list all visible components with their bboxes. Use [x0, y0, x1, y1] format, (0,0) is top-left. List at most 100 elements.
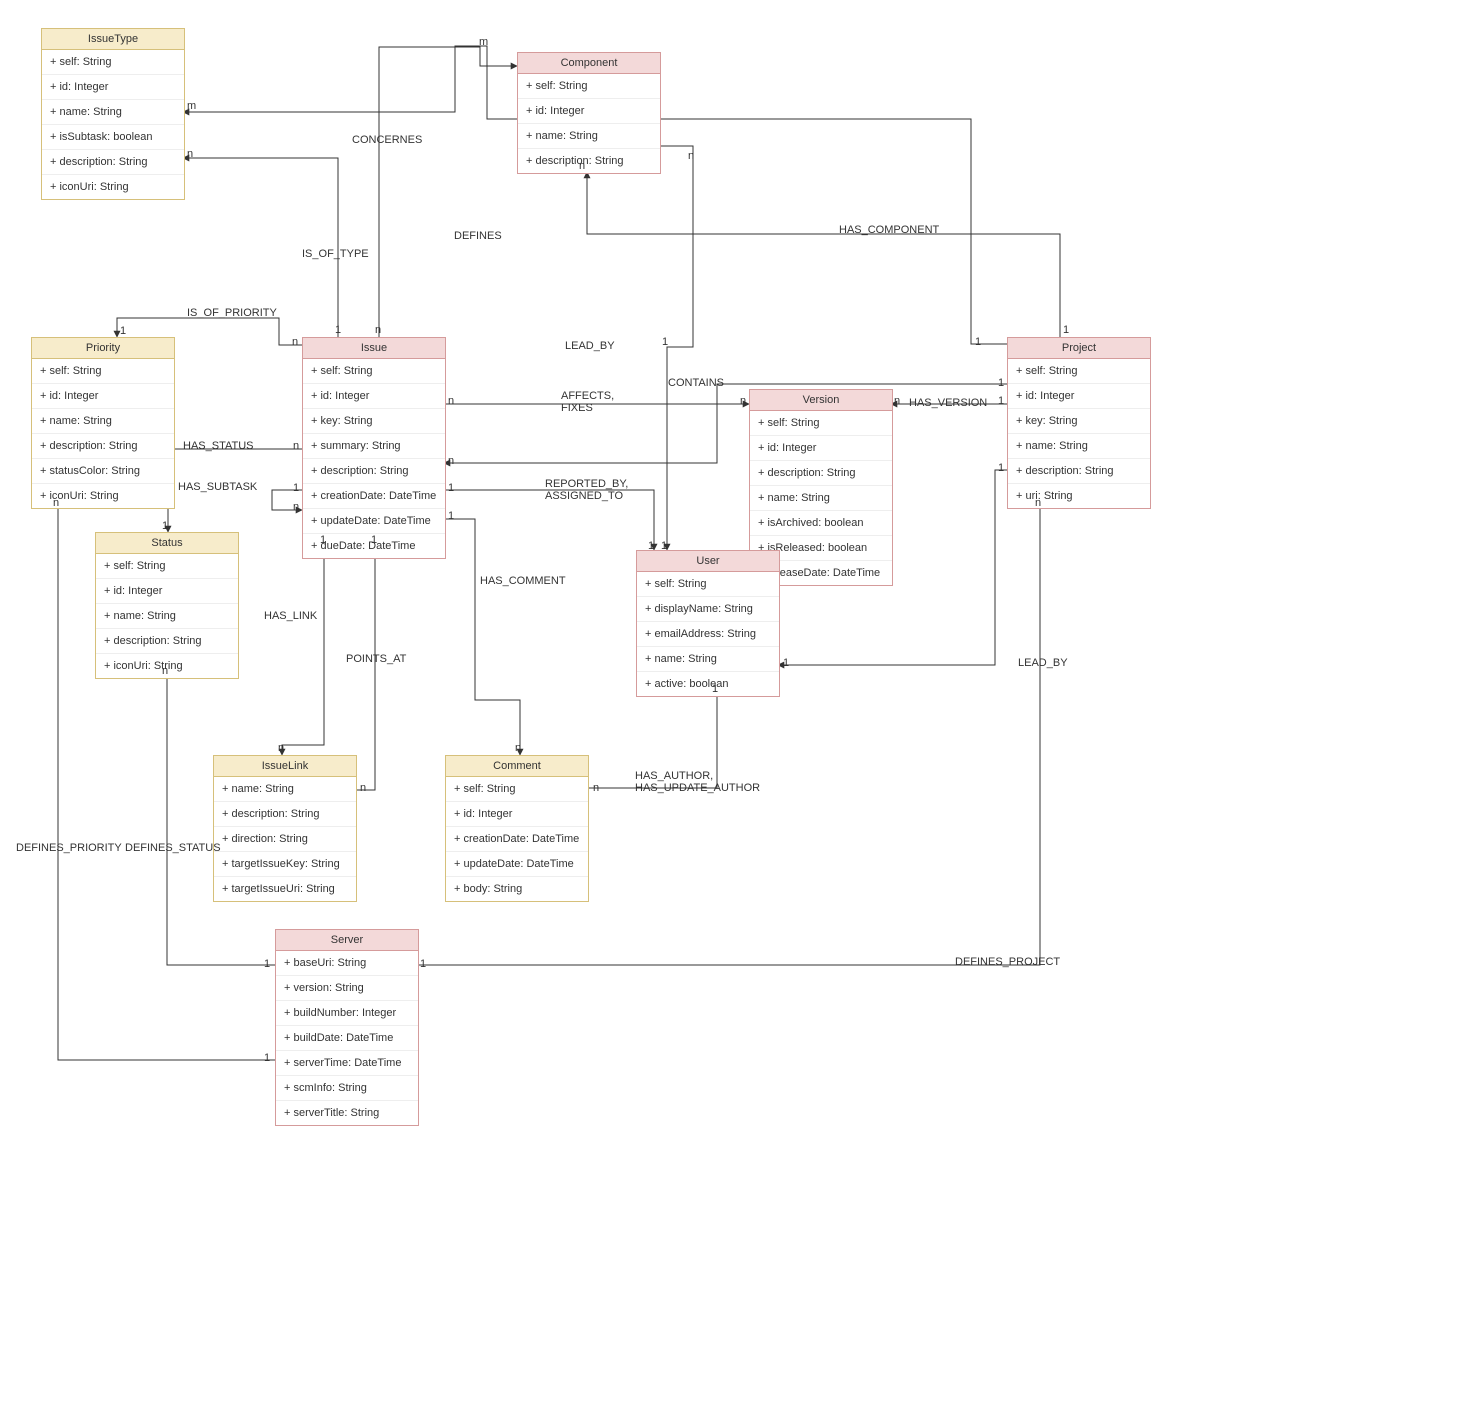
entity-attribute: + targetIssueKey: String [214, 851, 356, 876]
entity-attribute: + id: Integer [518, 98, 660, 123]
entity-attribute: + body: String [446, 876, 588, 901]
entity-attribute: + id: Integer [42, 74, 184, 99]
mult: n [593, 782, 599, 794]
entity-attribute: + direction: String [214, 826, 356, 851]
mult: 1 [293, 482, 299, 494]
mult: 1 [712, 683, 718, 695]
entity-attribute: + description: String [32, 433, 174, 458]
rel-has-author: HAS_AUTHOR, HAS_UPDATE_AUTHOR [635, 770, 760, 794]
entity-issuelink: IssueLink+ name: String+ description: St… [213, 755, 357, 902]
entity-attribute: + id: Integer [1008, 383, 1150, 408]
rel-defines-status: DEFINES_STATUS [125, 842, 221, 854]
mult: 1 [264, 1052, 270, 1064]
entity-attribute: + description: String [214, 801, 356, 826]
entity-attribute: + isSubtask: boolean [42, 124, 184, 149]
entity-attribute: + self: String [303, 359, 445, 383]
rel-contains: CONTAINS [668, 377, 724, 389]
entity-title: Status [96, 533, 238, 554]
mult: n [375, 324, 381, 336]
entity-attribute: + id: Integer [303, 383, 445, 408]
entity-title: Comment [446, 756, 588, 777]
entity-attribute: + description: String [303, 458, 445, 483]
entity-attribute: + serverTitle: String [276, 1100, 418, 1125]
entity-title: Issue [303, 338, 445, 359]
rel-has-link: HAS_LINK [264, 610, 317, 622]
rel-points-at: POINTS_AT [346, 653, 406, 665]
entity-attribute: + self: String [42, 50, 184, 74]
mult: n [293, 501, 299, 513]
mult: n [448, 455, 454, 467]
mult: n [894, 395, 900, 407]
entity-attribute: + key: String [303, 408, 445, 433]
entity-attribute: + description: String [750, 460, 892, 485]
entity-title: Version [750, 390, 892, 411]
entity-attribute: + self: String [1008, 359, 1150, 383]
rel-has-status: HAS_STATUS [183, 440, 254, 452]
mult: n [292, 336, 298, 348]
mult: 1 [1063, 324, 1069, 336]
entity-attribute: + self: String [518, 74, 660, 98]
entity-attribute: + name: String [750, 485, 892, 510]
entity-project: Project+ self: String+ id: Integer+ key:… [1007, 337, 1151, 509]
entity-attribute: + serverTime: DateTime [276, 1050, 418, 1075]
relationship-lines [0, 0, 1459, 1416]
entity-server: Server+ baseUri: String+ version: String… [275, 929, 419, 1126]
rel-defines-project: DEFINES_PROJECT [955, 956, 1060, 968]
entity-issuetype: IssueType+ self: String+ id: Integer+ na… [41, 28, 185, 200]
rel-has-component: HAS_COMPONENT [839, 224, 939, 236]
entity-issue: Issue+ self: String+ id: Integer+ key: S… [302, 337, 446, 559]
entity-status: Status+ self: String+ id: Integer+ name:… [95, 532, 239, 679]
mult: 1 [320, 534, 326, 546]
entity-attribute: + name: String [1008, 433, 1150, 458]
entity-attribute: + self: String [637, 572, 779, 596]
rel-has-version: HAS_VERSION [909, 397, 987, 409]
entity-attribute: + name: String [518, 123, 660, 148]
rel-reported-assigned: REPORTED_BY, ASSIGNED_TO [545, 478, 628, 502]
entity-attribute: + emailAddress: String [637, 621, 779, 646]
entity-attribute: + name: String [637, 646, 779, 671]
entity-attribute: + buildDate: DateTime [276, 1025, 418, 1050]
mult: 1 [120, 325, 126, 337]
entity-attribute: + version: String [276, 975, 418, 1000]
diagram-canvas: IssueType+ self: String+ id: Integer+ na… [0, 0, 1459, 1416]
mult: n [278, 742, 284, 754]
mult: 1 [648, 540, 654, 552]
entity-title: User [637, 551, 779, 572]
rel-defines-priority: DEFINES_PRIORITY [16, 842, 122, 854]
entity-attribute: + summary: String [303, 433, 445, 458]
entity-attribute: + baseUri: String [276, 951, 418, 975]
entity-title: Server [276, 930, 418, 951]
mult: 1 [998, 462, 1004, 474]
entity-comment: Comment+ self: String+ id: Integer+ crea… [445, 755, 589, 902]
mult: n [360, 782, 366, 794]
entity-attribute: + statusColor: String [32, 458, 174, 483]
entity-priority: Priority+ self: String+ id: Integer+ nam… [31, 337, 175, 509]
mult: n [293, 440, 299, 452]
mult: 1 [448, 510, 454, 522]
entity-attribute: + self: String [32, 359, 174, 383]
entity-attribute: + description: String [1008, 458, 1150, 483]
entity-attribute: + id: Integer [446, 801, 588, 826]
entity-attribute: + updateDate: DateTime [446, 851, 588, 876]
entity-component: Component+ self: String+ id: Integer+ na… [517, 52, 661, 174]
entity-title: IssueLink [214, 756, 356, 777]
mult: 1 [420, 958, 426, 970]
entity-attribute: + iconUri: String [42, 174, 184, 199]
mult: 1 [662, 336, 668, 348]
mult: n [579, 160, 585, 172]
mult: 1 [998, 395, 1004, 407]
rel-concernes: CONCERNES [352, 134, 422, 146]
entity-attribute: + buildNumber: Integer [276, 1000, 418, 1025]
mult: m [479, 36, 488, 48]
rel-lead-by-top: LEAD_BY [565, 340, 615, 352]
mult: n [53, 497, 59, 509]
rel-lead-by-bottom: LEAD_BY [1018, 657, 1068, 669]
entity-attribute: + description: String [42, 149, 184, 174]
entity-attribute: + name: String [96, 603, 238, 628]
mult: 1 [162, 520, 168, 532]
entity-attribute: + uri: String [1008, 483, 1150, 508]
entity-attribute: + key: String [1008, 408, 1150, 433]
mult: 1 [661, 540, 667, 552]
entity-attribute: + updateDate: DateTime [303, 508, 445, 533]
entity-attribute: + creationDate: DateTime [303, 483, 445, 508]
